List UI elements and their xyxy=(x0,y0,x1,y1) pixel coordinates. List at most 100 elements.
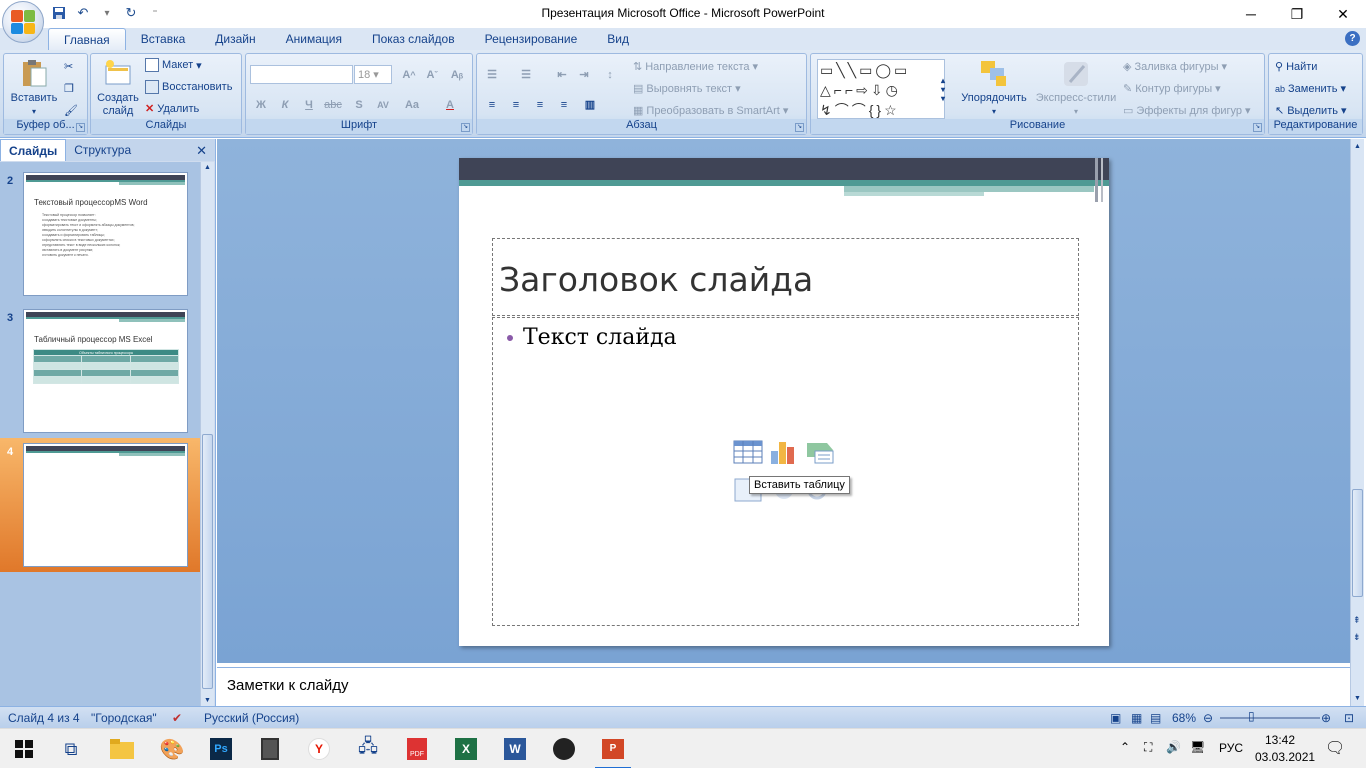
title-placeholder[interactable]: Заголовок слайда xyxy=(492,238,1079,316)
increase-indent-icon[interactable]: ⇥ xyxy=(573,65,595,84)
office-button[interactable] xyxy=(2,1,44,43)
insert-chart-icon[interactable] xyxy=(769,439,799,465)
tab-insert[interactable]: Вставка xyxy=(126,28,201,50)
slide-thumbnail-2[interactable]: 2 Текстовый процессорMS Word Текстовый п… xyxy=(0,167,200,301)
tab-animation[interactable]: Анимация xyxy=(271,28,357,50)
clipboard-launcher-icon[interactable]: ↘ xyxy=(76,123,85,132)
new-slide-button[interactable]: Создать слайд xyxy=(94,58,142,118)
copy-icon[interactable]: ❐ xyxy=(64,82,74,95)
change-case-icon[interactable]: Aa xyxy=(401,95,423,114)
tab-view[interactable]: Вид xyxy=(592,28,644,50)
clock-time[interactable]: 13:42 xyxy=(1265,733,1295,747)
insert-smartart-icon[interactable] xyxy=(805,439,835,465)
volume-icon[interactable]: 🔊 xyxy=(1166,740,1181,754)
strikethrough-icon[interactable]: abc xyxy=(322,95,344,114)
excel-icon[interactable]: X xyxy=(452,735,480,763)
tab-outline[interactable]: Структура xyxy=(66,139,139,161)
justify-icon[interactable]: ≡ xyxy=(553,95,575,114)
grow-font-icon[interactable]: A ^ xyxy=(398,65,420,84)
shapes-gallery[interactable]: ▭╲╲▭◯▭ △⌐⌐⇨⇩◷ ↯⌒⌒{}☆ xyxy=(817,59,945,119)
help-icon[interactable]: ? xyxy=(1345,31,1360,46)
tab-review[interactable]: Рецензирование xyxy=(470,28,593,50)
insert-table-icon[interactable] xyxy=(733,439,763,465)
notes-pane[interactable]: Заметки к слайду xyxy=(217,667,1350,705)
numbering-icon[interactable]: ☰ xyxy=(515,65,537,84)
paste-button[interactable]: Вставить ▾ xyxy=(9,58,59,118)
replace-button[interactable]: ab Заменить ▾ xyxy=(1275,82,1346,96)
align-right-icon[interactable]: ≡ xyxy=(529,95,551,114)
italic-icon[interactable]: К xyxy=(274,95,296,114)
underline-icon[interactable]: Ч xyxy=(298,95,320,114)
main-scrollbar[interactable]: ▲ ⇞ ⇟ ▼ xyxy=(1350,139,1364,706)
windows-start-icon[interactable] xyxy=(10,735,38,763)
align-center-icon[interactable]: ≡ xyxy=(505,95,527,114)
file-explorer-icon[interactable] xyxy=(108,735,136,763)
tab-slideshow[interactable]: Показ слайдов xyxy=(357,28,470,50)
bold-icon[interactable]: Ж xyxy=(250,95,272,114)
tray-app-icon[interactable]: ⛶ xyxy=(1144,740,1152,755)
powerpoint-taskbar-icon[interactable]: P xyxy=(595,735,631,768)
line-spacing-icon[interactable]: ↕ xyxy=(599,65,621,84)
minimize-button[interactable]: ─ xyxy=(1228,0,1274,28)
paint-icon[interactable]: 🎨 xyxy=(158,735,186,763)
delete-slide-button[interactable]: ✕ Удалить xyxy=(145,102,199,116)
select-button[interactable]: ↖ Выделить ▾ xyxy=(1275,104,1347,118)
notifications-icon[interactable]: 🗨 xyxy=(1325,738,1345,758)
find-button[interactable]: ⚲ Найти xyxy=(1275,60,1317,74)
align-left-icon[interactable]: ≡ xyxy=(481,95,503,114)
zoom-slider[interactable] xyxy=(1220,717,1320,719)
shape-fill-button[interactable]: ◈ Заливка фигуры ▾ xyxy=(1123,60,1227,74)
cut-icon[interactable]: ✂ xyxy=(64,60,73,73)
pdf-reader-icon[interactable]: PDF xyxy=(403,735,431,763)
slideshow-view-icon[interactable]: ▤ xyxy=(1150,711,1161,725)
decrease-indent-icon[interactable]: ⇤ xyxy=(551,65,573,84)
slide-thumbnail-4[interactable]: 4 xyxy=(0,438,200,572)
bullets-icon[interactable]: ☰ xyxy=(481,65,503,84)
align-text-button[interactable]: ▤ Выровнять текст ▾ xyxy=(633,82,741,96)
layout-button[interactable]: Макет ▾ xyxy=(145,58,202,72)
obs-icon[interactable] xyxy=(550,735,578,763)
pane-close-icon[interactable]: ✕ xyxy=(196,143,207,159)
yandex-browser-icon[interactable]: Y xyxy=(305,735,333,763)
shape-effects-button[interactable]: ▭ Эффекты для фигур ▾ xyxy=(1123,104,1251,118)
char-spacing-icon[interactable]: AV xyxy=(372,95,394,114)
slide-canvas[interactable]: Заголовок слайда Текст слайда Вставить т… xyxy=(459,158,1109,646)
columns-icon[interactable]: ▥ xyxy=(579,95,601,114)
tray-expand-icon[interactable]: ⌃ xyxy=(1120,740,1130,754)
tab-slides[interactable]: Слайды xyxy=(0,139,67,161)
arrange-button[interactable]: Упорядочить ▾ xyxy=(956,58,1032,118)
shape-outline-button[interactable]: ✎ Контур фигуры ▾ xyxy=(1123,82,1221,96)
font-size-combo[interactable]: 18 ▾ xyxy=(354,65,392,84)
font-name-combo[interactable] xyxy=(250,65,353,84)
language-tray[interactable]: РУС xyxy=(1219,741,1243,755)
restore-button[interactable]: ❐ xyxy=(1274,0,1320,28)
network-app-icon[interactable]: 🖧 xyxy=(354,735,382,763)
paragraph-launcher-icon[interactable]: ↘ xyxy=(795,123,804,132)
slide-sorter-icon[interactable]: ▦ xyxy=(1131,711,1142,725)
zoom-in-icon[interactable]: ⊕ xyxy=(1321,711,1331,725)
thumbnail-scrollbar[interactable]: ▲ ▼ xyxy=(200,162,214,706)
tab-home[interactable]: Главная xyxy=(48,28,126,50)
fit-to-window-icon[interactable]: ⊡ xyxy=(1344,711,1354,725)
network-icon[interactable]: 🖥 xyxy=(1190,740,1205,754)
format-painter-icon[interactable]: 🖌 xyxy=(64,104,78,117)
photoshop-icon[interactable]: Ps xyxy=(207,735,235,763)
content-placeholder[interactable]: Текст слайда Вставить таблицу xyxy=(492,317,1079,626)
reset-button[interactable]: Восстановить xyxy=(145,80,232,94)
shadow-icon[interactable]: S xyxy=(348,95,370,114)
zoom-out-icon[interactable]: ⊖ xyxy=(1203,711,1213,725)
drawing-launcher-icon[interactable]: ↘ xyxy=(1253,123,1262,132)
font-launcher-icon[interactable]: ↘ xyxy=(461,123,470,132)
zoom-level[interactable]: 68% xyxy=(1172,711,1196,725)
smartart-button[interactable]: ▦ Преобразовать в SmartArt ▾ xyxy=(633,104,788,118)
spellcheck-icon[interactable]: ✔ xyxy=(172,711,182,725)
shrink-font-icon[interactable]: Aˇ xyxy=(421,65,443,84)
close-button[interactable]: ✕ xyxy=(1320,0,1366,28)
tab-design[interactable]: Дизайн xyxy=(200,28,270,50)
zoom-slider-thumb-icon[interactable]: ▯ xyxy=(1248,709,1255,723)
normal-view-icon[interactable]: ▣ xyxy=(1110,711,1121,725)
calculator-icon[interactable] xyxy=(256,735,284,763)
language-indicator[interactable]: Русский (Россия) xyxy=(204,711,299,725)
shapes-more-icon[interactable]: ▴ ▾ ▾ xyxy=(937,59,949,119)
clear-formatting-icon[interactable]: Aᵦ xyxy=(446,65,468,84)
